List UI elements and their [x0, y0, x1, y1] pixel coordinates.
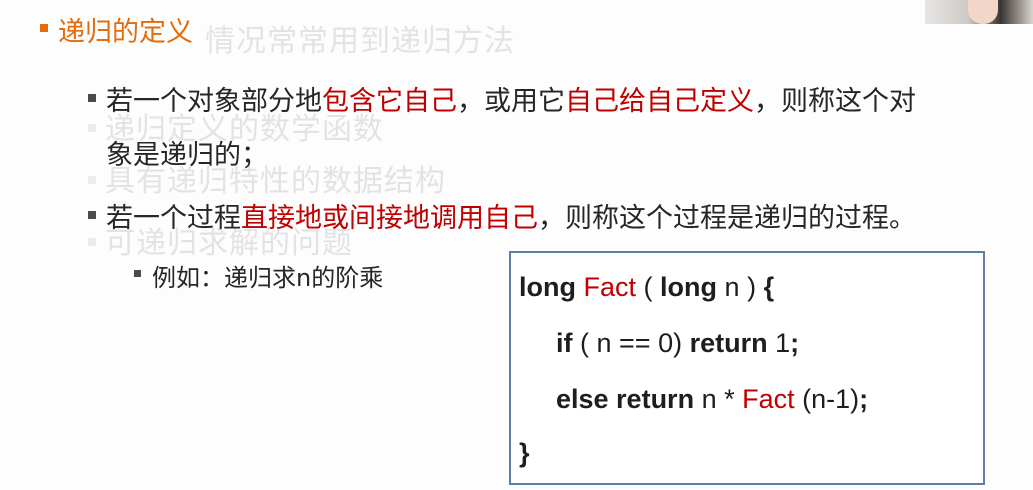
point1-line2: 象是递归的；: [106, 140, 268, 171]
code-brace-open: {: [763, 272, 775, 302]
code-kw-return: return: [689, 328, 768, 358]
code-semicolon-1: ;: [790, 328, 800, 358]
point1-text-a: 若一个对象部分地: [106, 86, 322, 117]
point1-text-c: ，或用它: [457, 86, 565, 117]
code-brace-close: }: [519, 438, 530, 468]
ghost-bullet-1: [88, 124, 96, 132]
title-bullet: [40, 24, 48, 32]
code-line-1: long Fact ( long n ) {: [519, 272, 774, 303]
code-fn-fact-call: Fact: [742, 384, 795, 414]
example-bullet: [134, 270, 141, 277]
point1-emph-d: 自己给自己定义: [565, 86, 754, 117]
slide: 情况常常用到递归方法 递归定义的数学函数 具有递归特性的数据结构 可递归求解的问…: [0, 0, 1033, 490]
point2-text-a: 若一个过程: [106, 203, 241, 234]
point2-line: 若一个过程直接地或间接地调用自己，则称这个过程是递归的过程。: [106, 196, 916, 235]
code-arg: (n-1): [802, 384, 860, 414]
code-kw-else-return: else return: [556, 384, 695, 414]
code-param-n: n ): [724, 272, 757, 302]
code-line-4: }: [519, 438, 530, 469]
code-semicolon-2: ;: [859, 384, 869, 414]
code-kw-long: long: [519, 272, 576, 302]
point1-line1: 若一个对象部分地包含它自己，或用它自己给自己定义，则称这个对: [106, 79, 916, 118]
ghost-heading: 情况常常用到递归方法: [205, 24, 515, 59]
point2-bullet: [88, 211, 96, 219]
example-text: 例如：递归求n的阶乘: [152, 264, 384, 292]
code-fn-fact: Fact: [583, 272, 637, 302]
point2-emph-b: 直接地或间接地调用自己: [241, 203, 538, 234]
code-return-value: 1: [775, 328, 791, 358]
code-kw-long-param: long: [660, 272, 718, 302]
ghost-bullet-3: [88, 238, 96, 246]
point2-text-c: ，则称这个过程是递归的过程。: [538, 203, 916, 234]
code-line-2: if ( n == 0) return 1;: [556, 328, 799, 359]
ghost-bullet-2: [88, 176, 96, 184]
code-line-3: else return n * Fact (n-1);: [556, 384, 868, 415]
point1-bullet: [88, 94, 96, 102]
slide-title: 递归的定义: [58, 17, 193, 48]
point1-text-e: ，则称这个对: [754, 86, 916, 117]
point1-emph-b: 包含它自己: [322, 86, 457, 117]
code-kw-if: if: [556, 328, 573, 358]
code-paren-open: (: [643, 272, 653, 302]
code-expr-n: n *: [701, 384, 735, 414]
code-condition: ( n == 0): [580, 328, 683, 358]
